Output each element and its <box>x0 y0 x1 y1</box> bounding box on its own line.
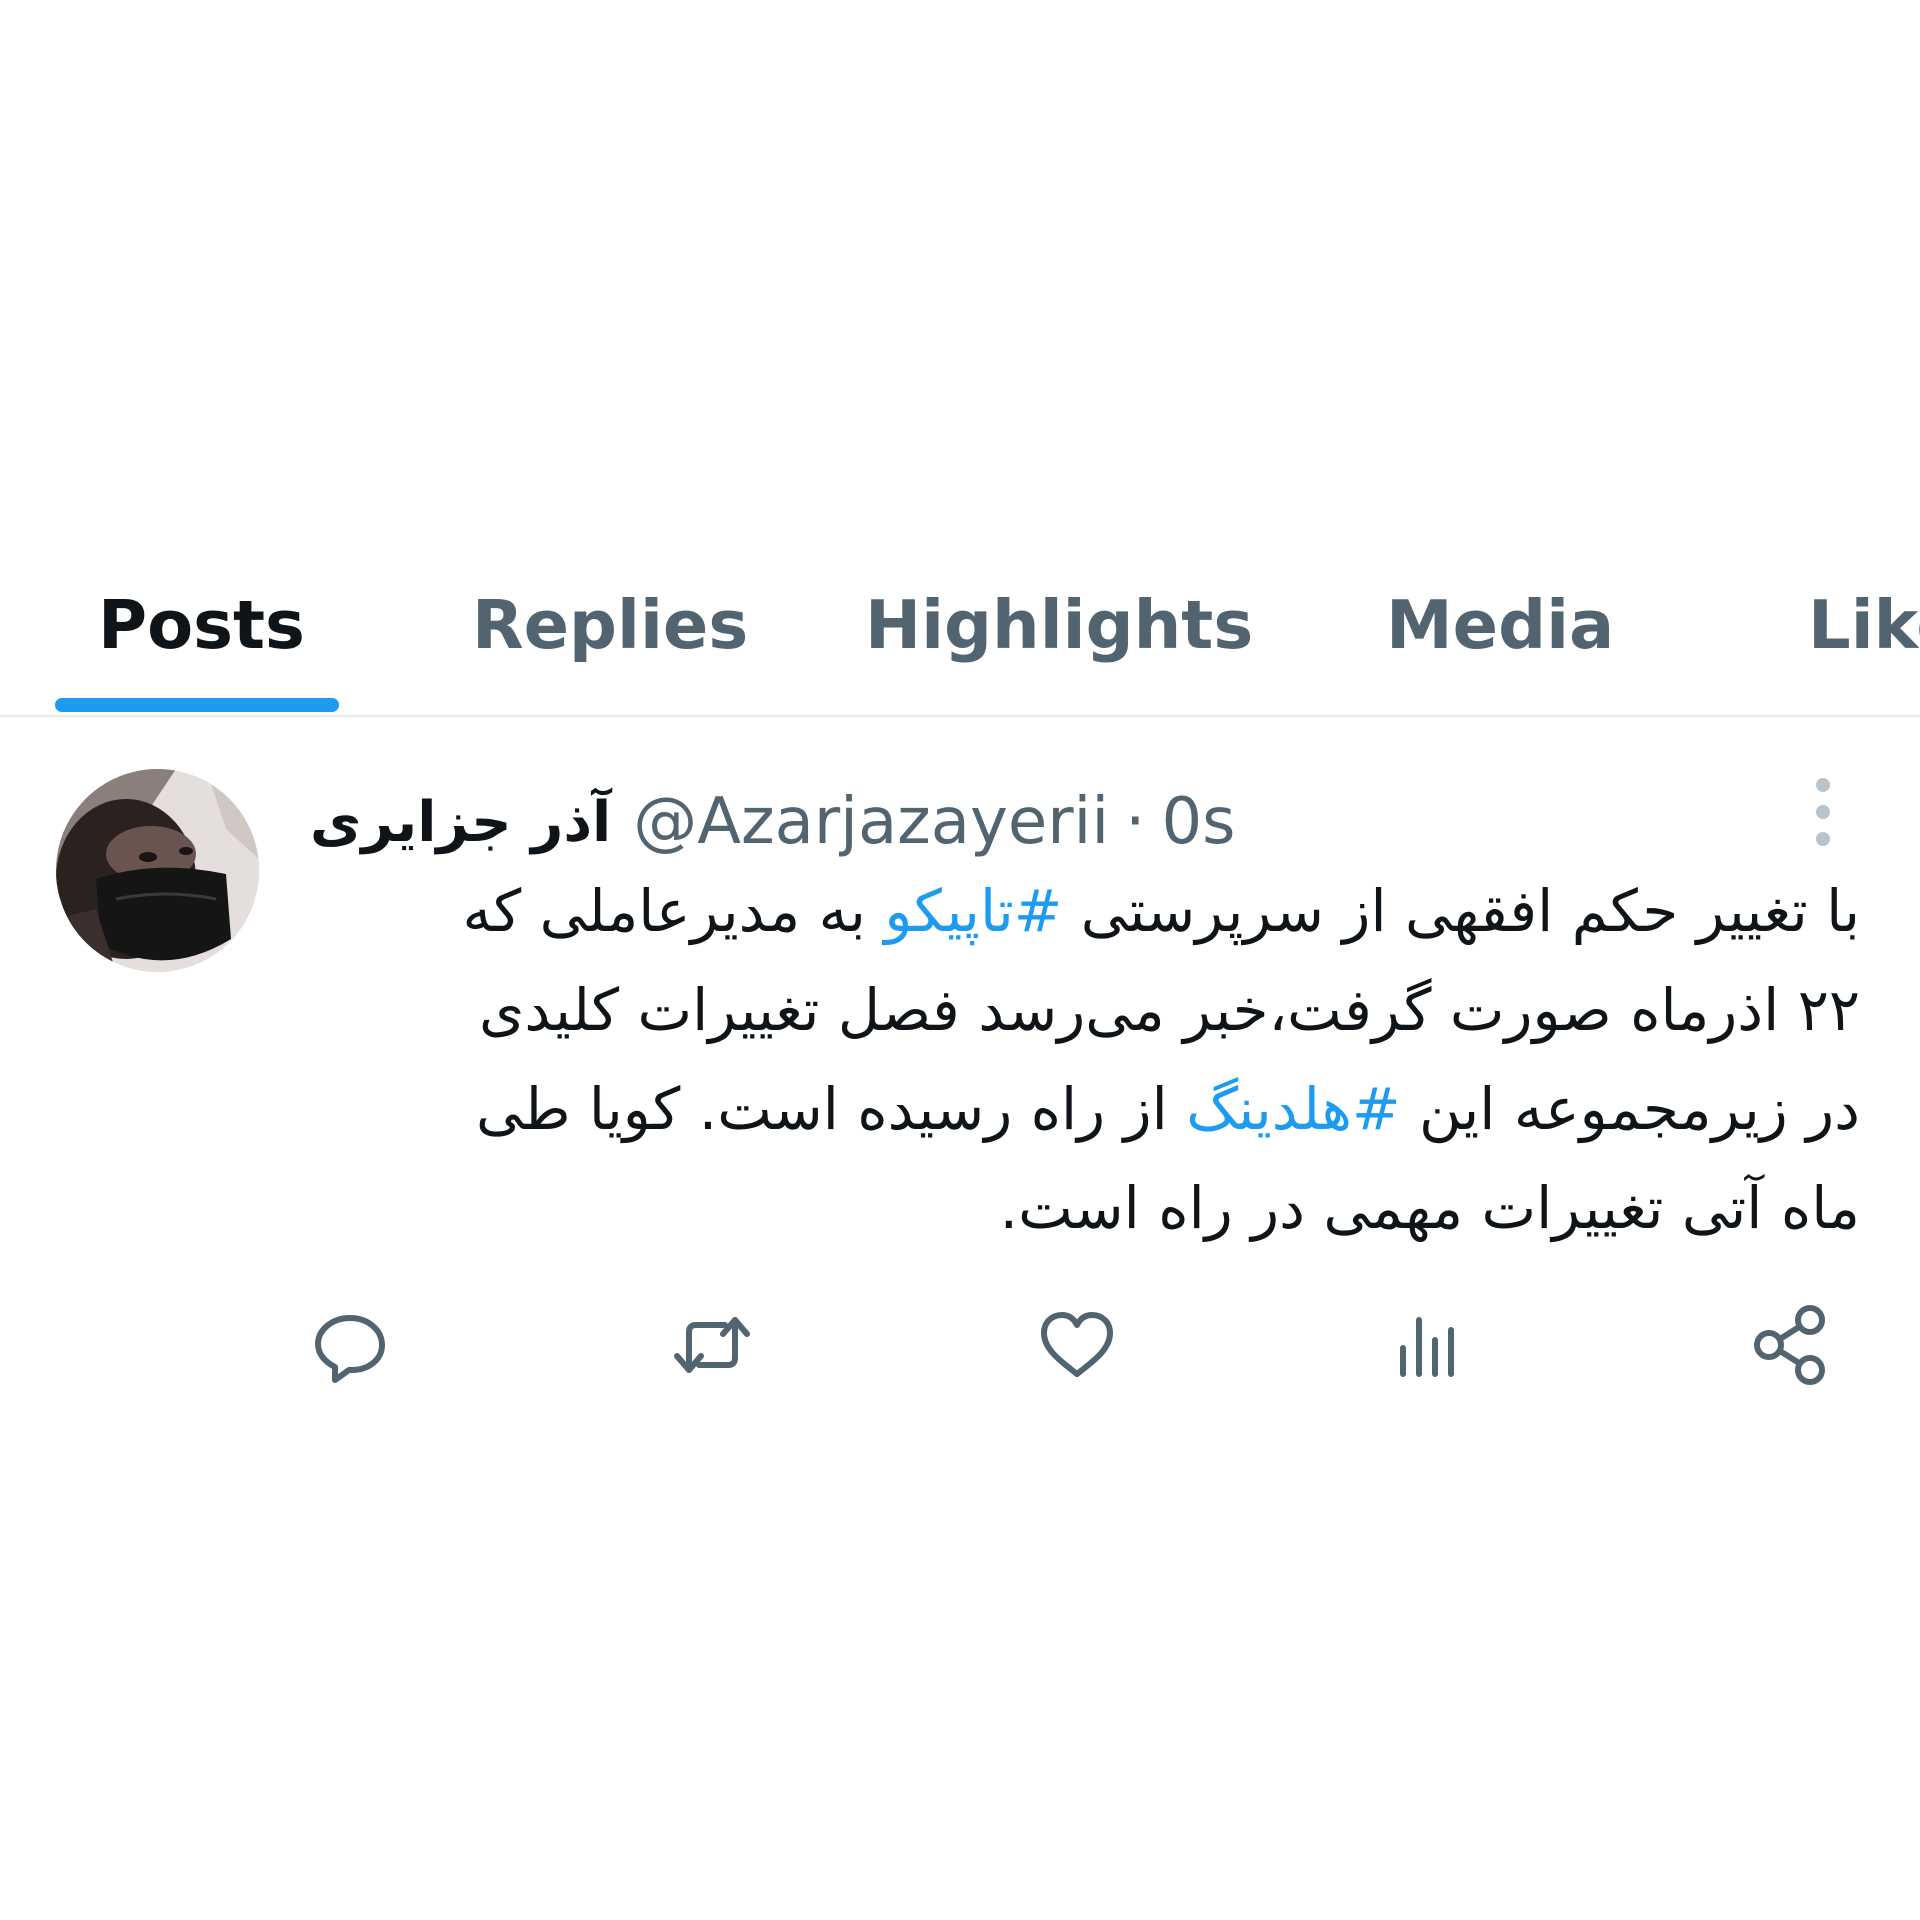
tab-media[interactable]: Media <box>1386 565 1614 685</box>
display-name[interactable]: آذر جزایری <box>310 790 611 855</box>
views-icon[interactable] <box>1383 1300 1473 1390</box>
repost-icon[interactable] <box>667 1300 757 1390</box>
reply-icon[interactable] <box>305 1300 395 1390</box>
post-text-line: ۲۲ اذرماه صورت گرفت،خبر می‌رسد فصل تغییر… <box>478 976 1860 1044</box>
hashtag-link[interactable]: #هلدینگ <box>1186 1075 1400 1143</box>
profile-timeline: Posts Replies Highlights Media Likes آذر… <box>0 0 1920 1920</box>
post-text-line: در زیرمجموعه این #هلدینگ از راه رسیده اس… <box>475 1075 1860 1143</box>
hashtag-link[interactable]: #تاپیکو <box>884 877 1062 945</box>
tab-replies[interactable]: Replies <box>472 565 748 685</box>
user-handle[interactable]: @Azarjazayerii <box>633 785 1109 859</box>
tab-posts[interactable]: Posts <box>98 565 305 685</box>
active-tab-indicator <box>55 698 339 712</box>
post-text-line: ماه آتی تغییرات مهمی در راه است. <box>999 1174 1860 1242</box>
like-icon[interactable] <box>1032 1300 1122 1390</box>
tab-likes[interactable]: Likes <box>1808 565 1920 685</box>
avatar[interactable] <box>56 769 259 972</box>
separator-dot: · <box>1125 785 1146 859</box>
post-text-line: با تغییر حکم افقهی از سرپرستی #تاپیکو به… <box>462 877 1861 945</box>
post-text: با تغییر حکم افقهی از سرپرستی #تاپیکو به… <box>290 862 1861 1258</box>
post-timestamp[interactable]: 0s <box>1161 785 1235 859</box>
post-card[interactable]: آذر جزایری @Azarjazayerii · 0s با تغییر … <box>0 717 1920 1417</box>
post-header: آذر جزایری @Azarjazayerii · 0s <box>310 772 1236 872</box>
tab-highlights[interactable]: Highlights <box>865 565 1253 685</box>
share-icon[interactable] <box>1745 1300 1835 1390</box>
profile-tabs: Posts Replies Highlights Media Likes <box>0 545 1920 717</box>
